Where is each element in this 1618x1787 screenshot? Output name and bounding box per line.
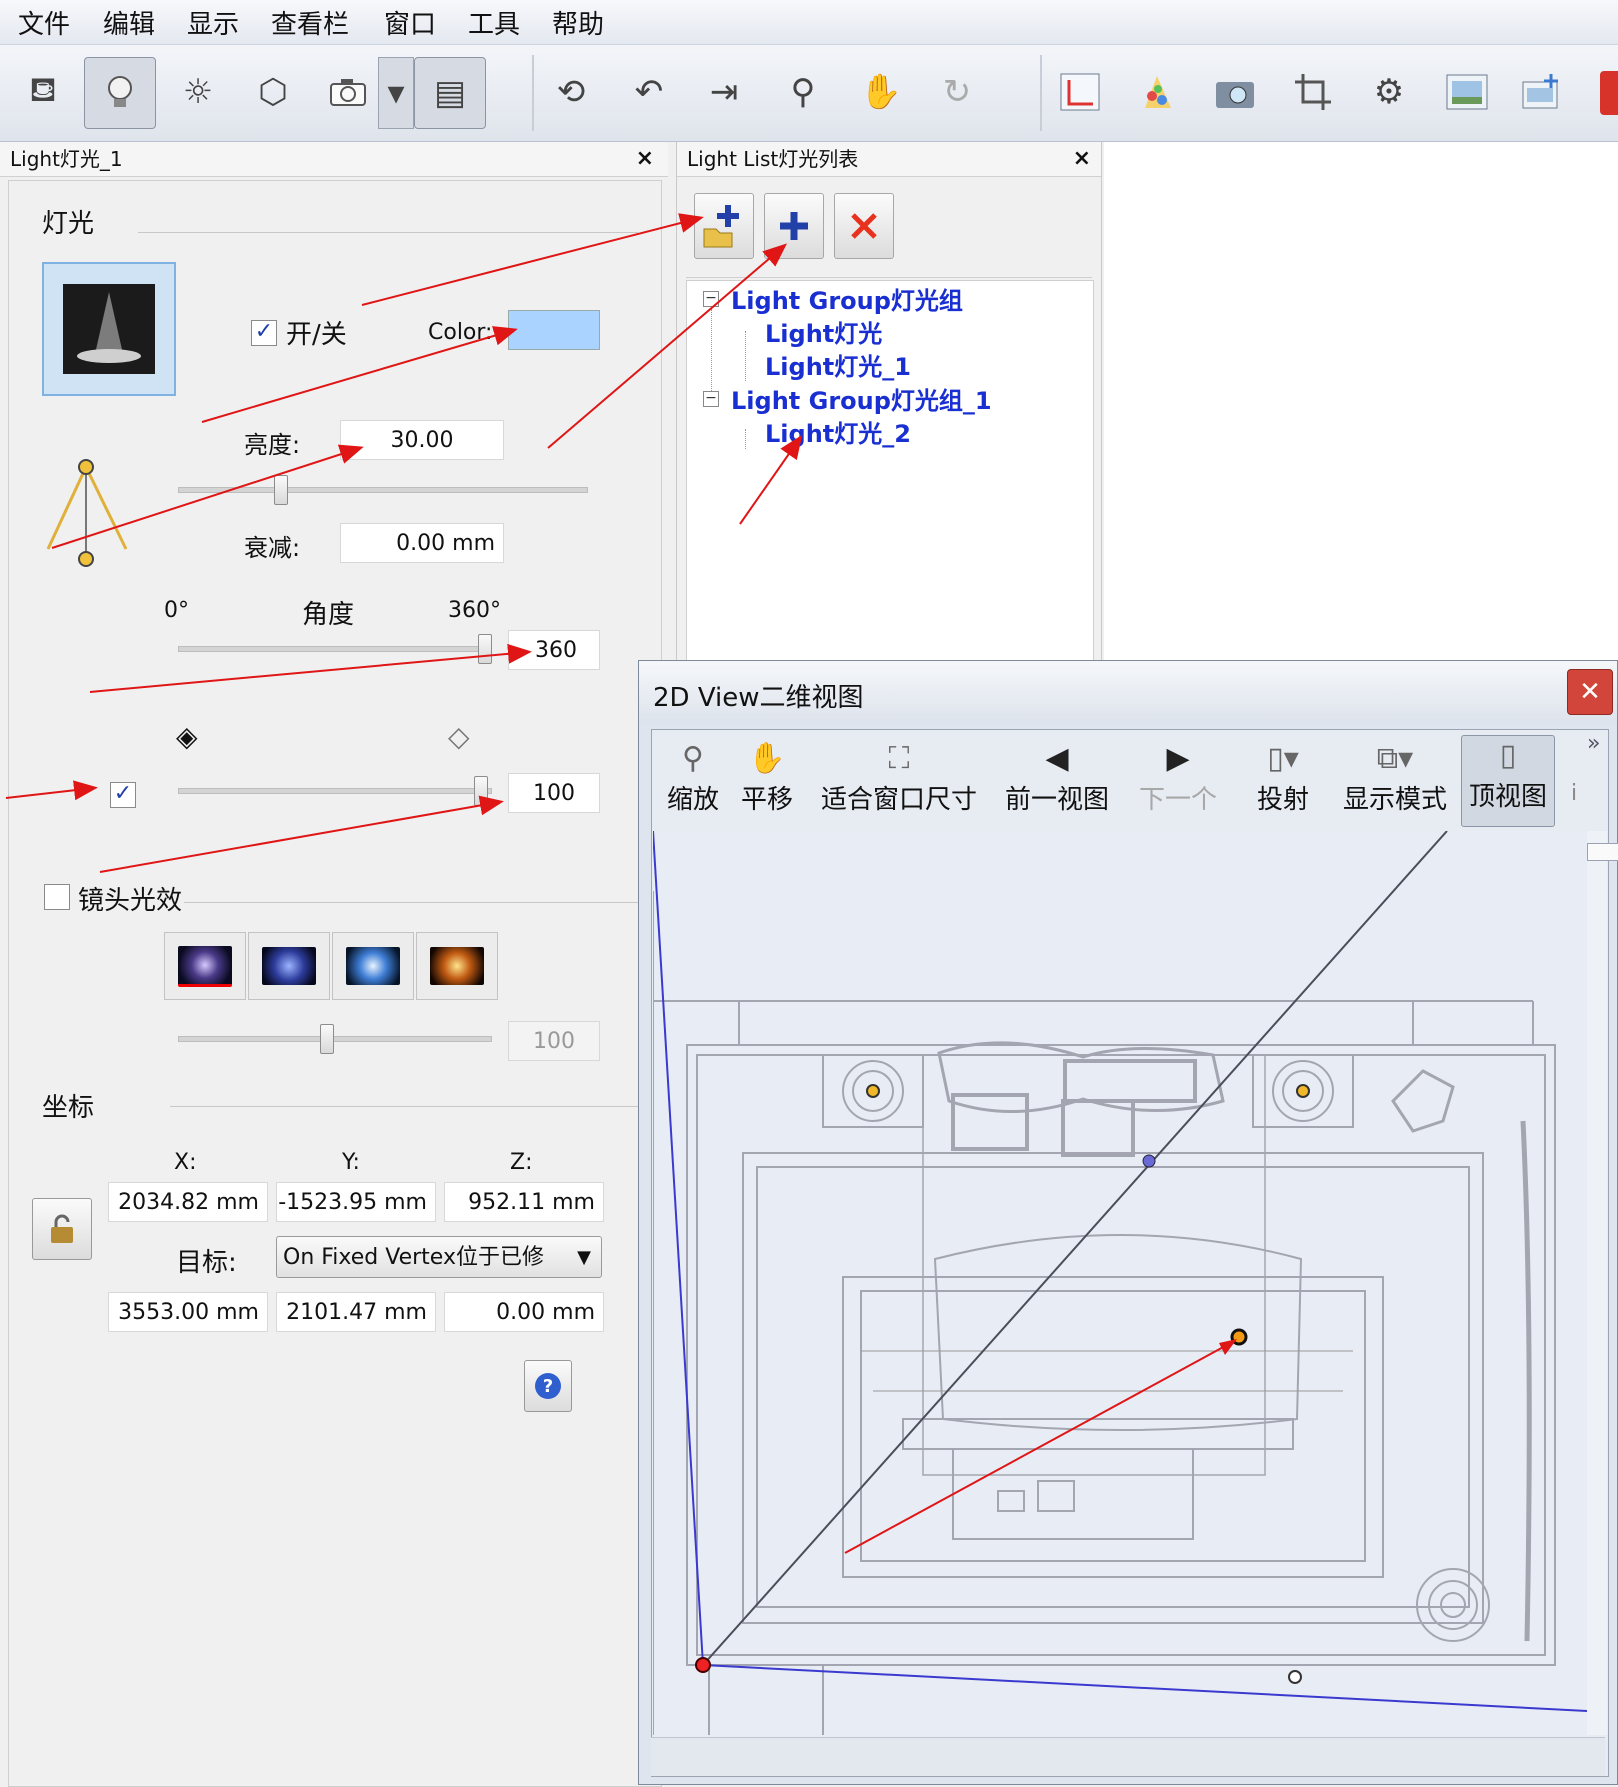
annotation-arrows	[5, 213, 803, 873]
